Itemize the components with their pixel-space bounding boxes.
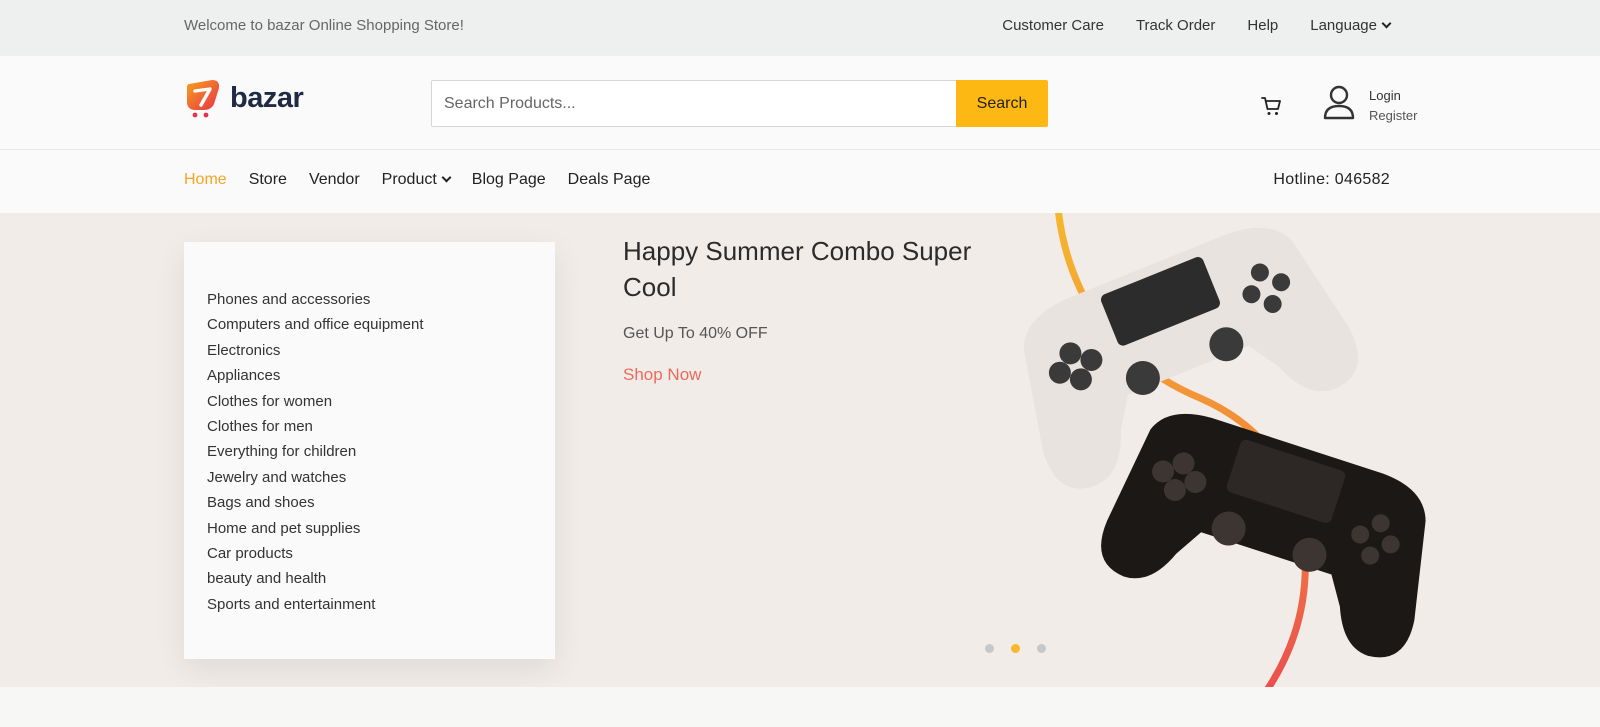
nav-store[interactable]: Store xyxy=(249,171,287,189)
logo[interactable]: bazar xyxy=(184,78,304,118)
gamepads-image xyxy=(1023,213,1426,687)
slide-dot-2[interactable] xyxy=(1011,644,1020,653)
category-item[interactable]: Electronics xyxy=(207,338,555,363)
slider-dots xyxy=(985,644,1046,653)
hero-banner: Phones and accessories Computers and offi… xyxy=(0,213,1600,687)
top-links: Customer Care Track Order Help Language xyxy=(1002,17,1392,34)
category-item[interactable]: Clothes for women xyxy=(207,389,555,414)
cart-icon[interactable] xyxy=(1260,94,1284,118)
nav-product[interactable]: Product xyxy=(381,171,452,189)
language-label: Language xyxy=(1310,17,1377,34)
category-item[interactable]: Bags and shoes xyxy=(207,490,555,515)
promo-title: Happy Summer Combo Super Cool xyxy=(623,236,972,302)
help-link[interactable]: Help xyxy=(1247,17,1278,34)
chevron-down-icon xyxy=(1381,18,1392,29)
nav-vendor[interactable]: Vendor xyxy=(309,171,360,189)
hotline: Hotline: 046582 xyxy=(1273,171,1390,188)
category-item[interactable]: Jewelry and watches xyxy=(207,465,555,490)
bazar-logo-icon xyxy=(187,80,220,118)
register-link[interactable]: Register xyxy=(1369,106,1417,126)
nav-deals-page[interactable]: Deals Page xyxy=(568,171,651,189)
nav-product-label: Product xyxy=(381,171,437,188)
category-item[interactable]: Home and pet supplies xyxy=(207,516,555,541)
login-link[interactable]: Login xyxy=(1369,86,1417,106)
search-button[interactable]: Search xyxy=(956,80,1048,127)
track-order-link[interactable]: Track Order xyxy=(1136,17,1215,34)
category-item[interactable]: Sports and entertainment xyxy=(207,592,555,617)
category-menu: Phones and accessories Computers and offi… xyxy=(184,242,555,659)
chevron-down-icon xyxy=(441,172,452,183)
slide-dot-1[interactable] xyxy=(985,644,994,653)
category-item[interactable]: Appliances xyxy=(207,363,555,388)
language-dropdown[interactable]: Language xyxy=(1310,17,1392,34)
category-item[interactable]: Phones and accessories xyxy=(207,287,555,312)
top-bar: Welcome to bazar Online Shopping Store! … xyxy=(0,0,1600,56)
user-icon[interactable] xyxy=(1322,84,1356,120)
promo-subtitle: Get Up To 40% OFF xyxy=(623,325,768,342)
logo-text: bazar xyxy=(230,81,304,114)
auth-links: Login Register xyxy=(1369,86,1417,126)
category-item[interactable]: beauty and health xyxy=(207,566,555,591)
category-item[interactable]: Computers and office equipment xyxy=(207,312,555,337)
search-bar: Search xyxy=(431,80,1048,127)
category-item[interactable]: Everything for children xyxy=(207,439,555,464)
search-input[interactable] xyxy=(431,80,956,127)
promo: Happy Summer Combo Super Cool Get Up To … xyxy=(623,233,1003,385)
nav-home[interactable]: Home xyxy=(184,171,227,189)
nav-blog-page[interactable]: Blog Page xyxy=(472,171,546,189)
main-nav: Home Store Vendor Product Blog Page Deal… xyxy=(0,150,1600,213)
category-list: Phones and accessories Computers and offi… xyxy=(207,287,555,617)
header: bazar Search Login Register xyxy=(0,56,1600,150)
customer-care-link[interactable]: Customer Care xyxy=(1002,17,1104,34)
welcome-text: Welcome to bazar Online Shopping Store! xyxy=(184,17,464,34)
slide-dot-3[interactable] xyxy=(1037,644,1046,653)
page-bottom xyxy=(0,687,1600,727)
category-item[interactable]: Clothes for men xyxy=(207,414,555,439)
nav-items: Home Store Vendor Product Blog Page Deal… xyxy=(184,171,650,189)
shop-now-link[interactable]: Shop Now xyxy=(623,365,701,385)
category-item[interactable]: Car products xyxy=(207,541,555,566)
